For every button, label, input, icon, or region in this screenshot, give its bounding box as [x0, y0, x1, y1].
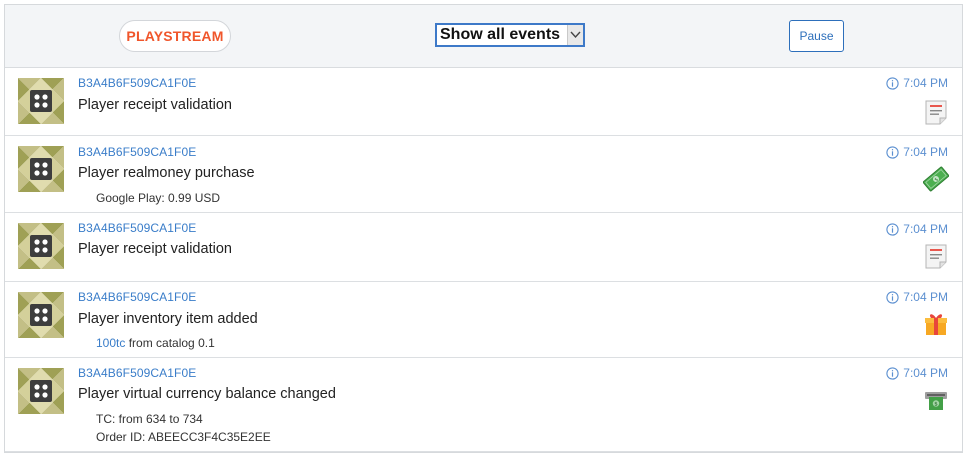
event-filter-value: Show all events: [440, 26, 561, 43]
info-icon[interactable]: [886, 223, 899, 236]
event-time[interactable]: 7:04 PM: [886, 222, 948, 236]
event-time[interactable]: 7:04 PM: [886, 290, 948, 304]
currency-icon: $: [925, 392, 947, 410]
time-label: 7:04 PM: [903, 366, 948, 380]
event-time[interactable]: 7:04 PM: [886, 76, 948, 90]
event-detail-text: from catalog 0.1: [128, 336, 215, 350]
event-row[interactable]: B3A4B6F509CA1F0E Player inventory item a…: [5, 282, 962, 358]
event-time[interactable]: 7:04 PM: [886, 366, 948, 380]
event-title: Player receipt validation: [78, 241, 232, 257]
gift-icon: [925, 314, 947, 335]
player-id-link[interactable]: B3A4B6F509CA1F0E: [78, 145, 196, 159]
event-title: Player realmoney purchase: [78, 165, 255, 181]
info-icon[interactable]: [886, 146, 899, 159]
event-time[interactable]: 7:04 PM: [886, 145, 948, 159]
avatar: [18, 78, 64, 124]
event-filter-dropdown[interactable]: Show all events: [435, 23, 585, 47]
info-icon[interactable]: [886, 77, 899, 90]
playstream-panel: PLAYSTREAM Show all events Pause B3A4B6F…: [4, 4, 963, 453]
catalog-item-link[interactable]: 100tc: [96, 336, 125, 350]
event-feed: B3A4B6F509CA1F0E Player receipt validati…: [5, 68, 962, 452]
pause-button[interactable]: Pause: [789, 20, 844, 52]
event-title: Player virtual currency balance changed: [78, 386, 336, 402]
event-row[interactable]: B3A4B6F509CA1F0E Player receipt validati…: [5, 68, 962, 136]
time-label: 7:04 PM: [903, 145, 948, 159]
avatar: [18, 368, 64, 414]
event-title: Player receipt validation: [78, 97, 232, 113]
time-label: 7:04 PM: [903, 222, 948, 236]
avatar: [18, 223, 64, 269]
time-label: 7:04 PM: [903, 76, 948, 90]
event-detail: 100tc from catalog 0.1: [96, 336, 215, 350]
playstream-header: PLAYSTREAM Show all events Pause: [5, 5, 962, 68]
chevron-down-icon[interactable]: [567, 25, 583, 45]
avatar: [18, 292, 64, 338]
event-title: Player inventory item added: [78, 311, 258, 327]
event-row[interactable]: B3A4B6F509CA1F0E Player receipt validati…: [5, 213, 962, 282]
info-icon[interactable]: [886, 367, 899, 380]
money-icon: $: [923, 166, 949, 192]
player-id-link[interactable]: B3A4B6F509CA1F0E: [78, 366, 196, 380]
event-row[interactable]: B3A4B6F509CA1F0E Player realmoney purcha…: [5, 136, 962, 213]
player-id-link[interactable]: B3A4B6F509CA1F0E: [78, 76, 196, 90]
receipt-icon: [925, 100, 947, 125]
receipt-icon: [925, 244, 947, 269]
svg-text:$: $: [934, 402, 938, 408]
event-detail: TC: from 634 to 734: [96, 412, 203, 426]
time-label: 7:04 PM: [903, 290, 948, 304]
playstream-badge: PLAYSTREAM: [119, 20, 231, 52]
event-detail: Order ID: ABEECC3F4C35E2EE: [96, 430, 271, 444]
event-row[interactable]: B3A4B6F509CA1F0E Player virtual currency…: [5, 358, 962, 452]
avatar: [18, 146, 64, 192]
player-id-link[interactable]: B3A4B6F509CA1F0E: [78, 221, 196, 235]
info-icon[interactable]: [886, 291, 899, 304]
event-detail: Google Play: 0.99 USD: [96, 191, 221, 205]
player-id-link[interactable]: B3A4B6F509CA1F0E: [78, 290, 196, 304]
